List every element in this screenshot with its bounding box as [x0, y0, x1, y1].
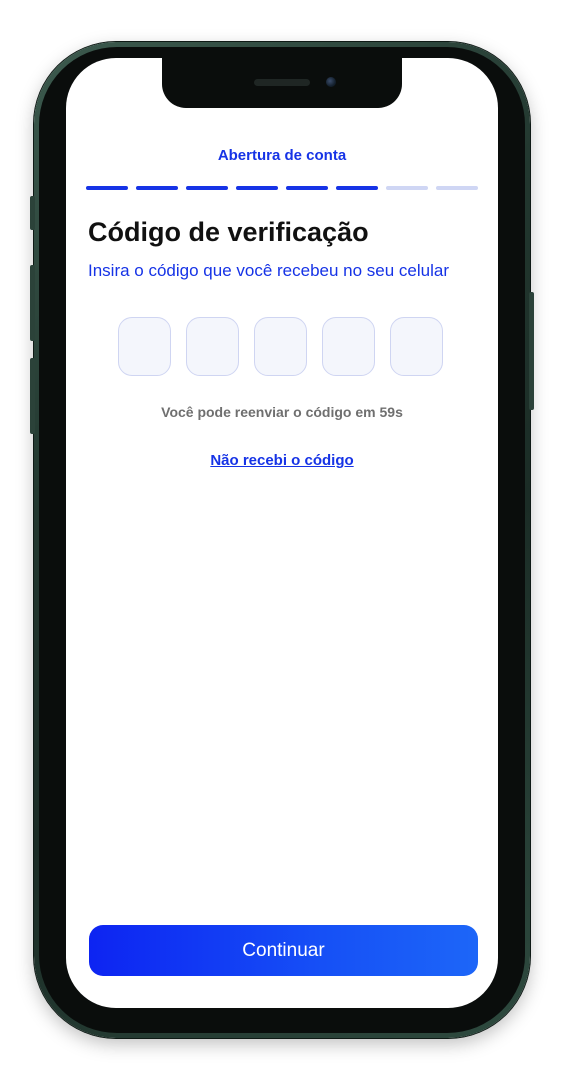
code-digit-input[interactable] — [254, 317, 307, 376]
code-digit-input[interactable] — [118, 317, 171, 376]
page-subtitle: Insira o código que você recebeu no seu … — [88, 261, 450, 280]
volume-down-button — [30, 358, 35, 434]
progress-indicator — [86, 186, 478, 190]
progress-step — [86, 186, 128, 190]
header-title: Abertura de conta — [217, 147, 347, 164]
progress-step — [136, 186, 178, 190]
volume-up-button — [30, 265, 35, 341]
stage: Abertura de conta Código de verificação … — [0, 0, 564, 1080]
progress-step — [336, 186, 378, 190]
progress-step — [386, 186, 428, 190]
progress-step — [186, 186, 228, 190]
progress-step — [436, 186, 478, 190]
speaker-grille — [254, 79, 310, 86]
phone-screen — [66, 58, 498, 1008]
continue-button[interactable]: Continuar — [89, 925, 478, 976]
power-button — [529, 292, 534, 410]
page-title: Código de verificação — [88, 217, 369, 247]
code-digit-input[interactable] — [390, 317, 443, 376]
mute-switch — [30, 196, 35, 230]
front-camera-icon — [326, 77, 336, 87]
progress-step — [286, 186, 328, 190]
continue-button-label: Continuar — [242, 939, 325, 961]
code-digit-input[interactable] — [186, 317, 239, 376]
verification-code-inputs — [118, 317, 443, 376]
progress-step — [236, 186, 278, 190]
resend-countdown-text: Você pode reenviar o código em 59s — [161, 404, 403, 420]
code-not-received-link[interactable]: Não recebi o código — [66, 452, 498, 469]
code-digit-input[interactable] — [322, 317, 375, 376]
